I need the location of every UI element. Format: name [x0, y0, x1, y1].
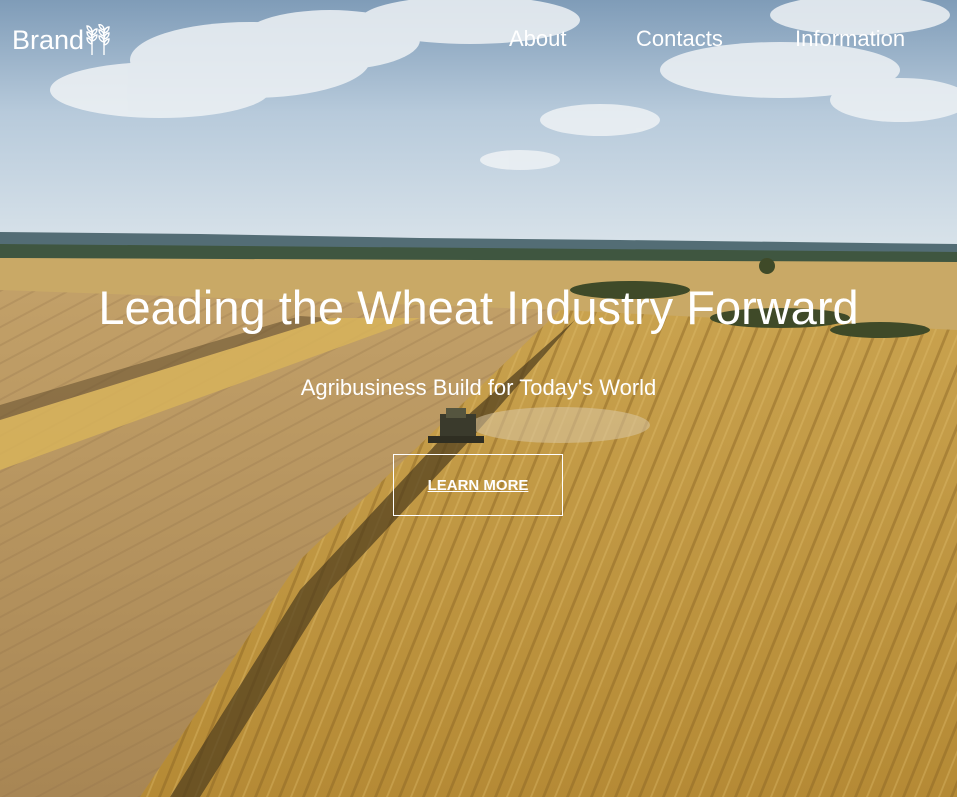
- hero-headline: Leading the Wheat Industry Forward: [98, 281, 859, 334]
- brand-name: Brand: [12, 25, 85, 55]
- nav-link-about[interactable]: About: [509, 26, 567, 52]
- hero-subheadline: Agribusiness Build for Today's World: [300, 375, 657, 400]
- hero-section: Brand About Contacts Information Leading…: [0, 0, 957, 797]
- learn-more-button[interactable]: LEARN MORE: [393, 454, 563, 516]
- nav-link-information[interactable]: Information: [795, 26, 905, 52]
- nav-link-contacts[interactable]: Contacts: [636, 26, 723, 52]
- navbar: Brand About Contacts Information: [0, 0, 957, 80]
- wheat-icon: [86, 24, 110, 55]
- brand-logo[interactable]: Brand: [12, 24, 114, 56]
